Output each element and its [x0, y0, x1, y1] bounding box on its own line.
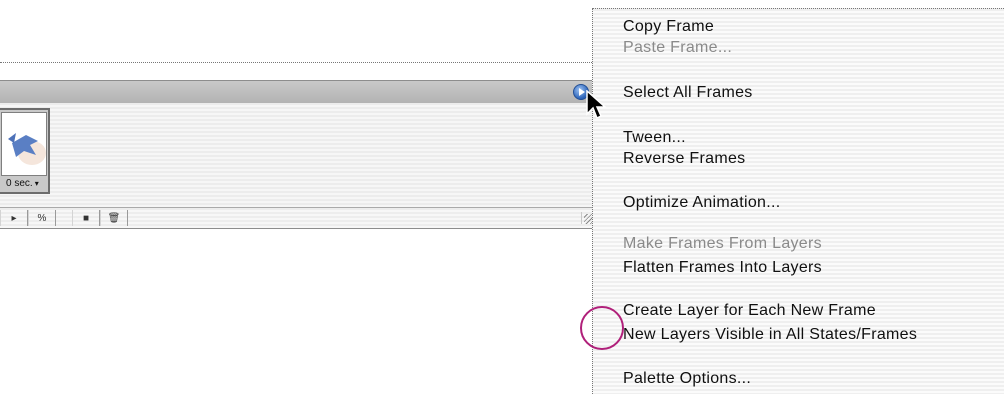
- frame-delay[interactable]: 0 sec. ▾: [6, 178, 39, 189]
- menu-item-create-layer-for-each-new-frame[interactable]: Create Layer for Each New Frame: [623, 302, 876, 320]
- bird-thumbnail-image: [8, 133, 46, 165]
- menu-item-copy-frame[interactable]: Copy Frame: [623, 18, 714, 36]
- tween-button[interactable]: %: [28, 210, 56, 226]
- duplicate-frame-button[interactable]: ■: [72, 210, 100, 226]
- menu-item-palette-options[interactable]: Palette Options...: [623, 370, 751, 388]
- menu-item-reverse-frames[interactable]: Reverse Frames: [623, 150, 745, 168]
- frame-thumbnail: [1, 112, 47, 176]
- frames-area: 0 sec. ▾ ▸ % ■ 🗑: [0, 103, 600, 229]
- menu-item-tween[interactable]: Tween...: [623, 129, 686, 147]
- trash-icon: 🗑: [107, 212, 121, 224]
- menu-item-select-all-frames[interactable]: Select All Frames: [623, 84, 753, 102]
- new-frame-icon: ■: [82, 212, 90, 224]
- frame-delay-label: 0 sec.: [6, 178, 33, 189]
- menu-item-optimize-animation[interactable]: Optimize Animation...: [623, 194, 780, 212]
- menu-item-paste-frame[interactable]: Paste Frame...: [623, 39, 732, 57]
- animation-palette: 0 sec. ▾ ▸ % ■ 🗑: [0, 62, 600, 241]
- palette-toolbar: ▸ % ■ 🗑: [0, 207, 600, 229]
- delete-frame-button[interactable]: 🗑: [100, 210, 128, 226]
- menu-item-make-frames-from-layers[interactable]: Make Frames From Layers: [623, 235, 822, 253]
- mouse-cursor-icon: [586, 90, 607, 120]
- palette-title-bar[interactable]: [0, 80, 600, 104]
- chevron-down-icon: ▾: [34, 179, 39, 188]
- palette-context-menu: Copy Frame Paste Frame... Select All Fra…: [592, 8, 1004, 394]
- play-button[interactable]: ▸: [0, 210, 28, 226]
- menu-item-flatten-frames-into-layers[interactable]: Flatten Frames Into Layers: [623, 259, 822, 277]
- menu-item-new-layers-visible[interactable]: New Layers Visible in All States/Frames: [623, 326, 917, 344]
- tween-icon: %: [37, 212, 47, 224]
- play-icon: ▸: [11, 212, 17, 224]
- highlight-circle: [580, 306, 624, 350]
- frame-1[interactable]: 0 sec. ▾: [0, 108, 50, 194]
